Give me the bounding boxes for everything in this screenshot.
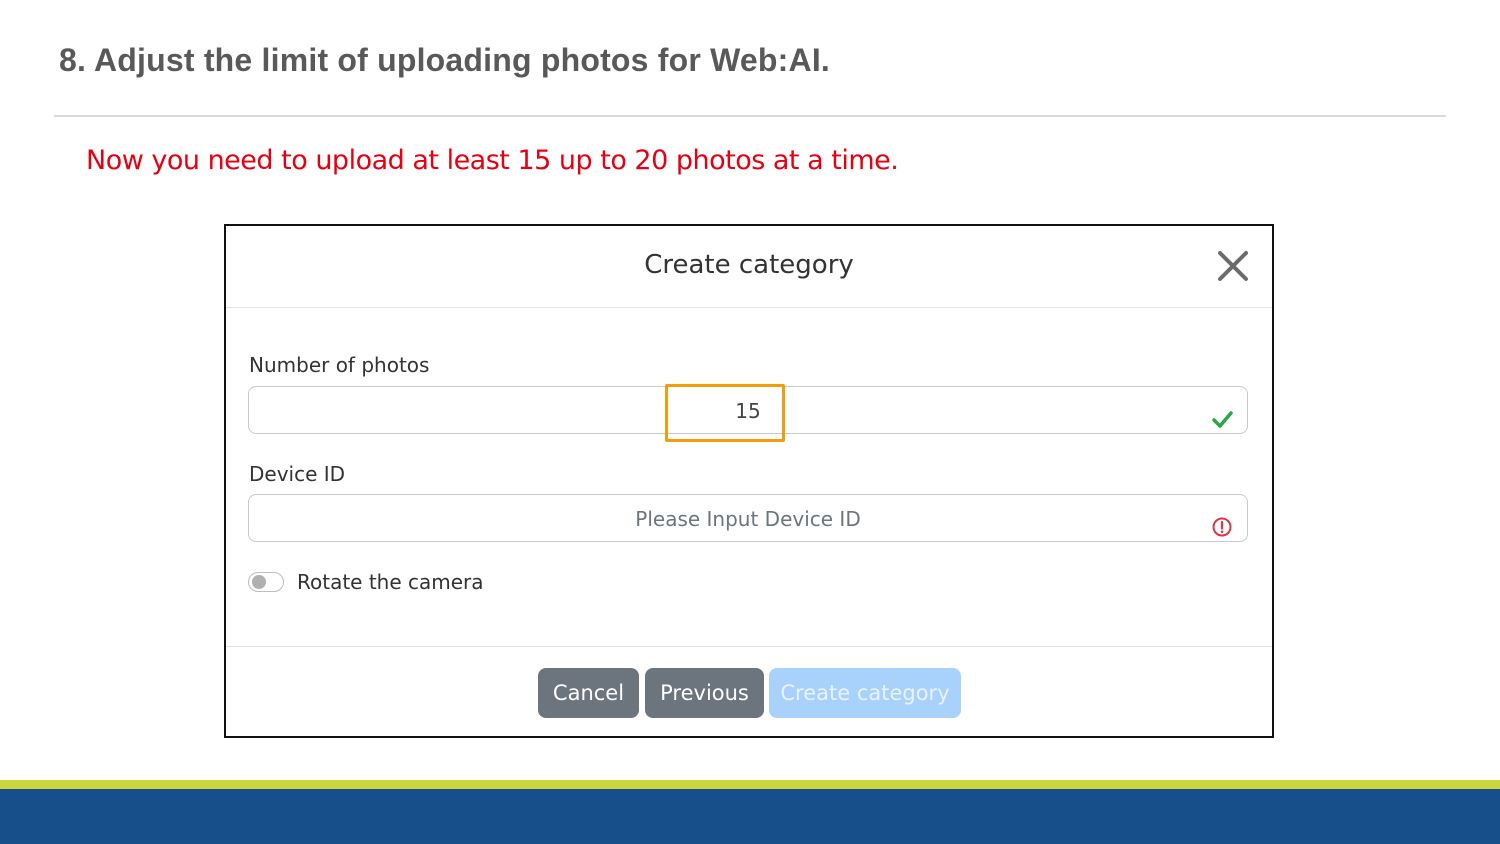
- footer-accent-band: [0, 780, 1500, 789]
- create-category-dialog: Create category Number of photos 15 Devi…: [224, 224, 1274, 738]
- instruction-text: Now you need to upload at least 15 up to…: [86, 145, 899, 176]
- footer-band: [0, 789, 1500, 844]
- error-circle-icon: [1211, 507, 1233, 537]
- rotate-camera-toggle[interactable]: [248, 572, 284, 592]
- toggle-knob: [252, 575, 266, 589]
- device-id-label: Device ID: [249, 462, 346, 486]
- title-divider: [54, 115, 1446, 117]
- dialog-footer-divider: [226, 646, 1272, 647]
- slide-title: 8. Adjust the limit of uploading photos …: [59, 42, 831, 78]
- device-id-input[interactable]: Please Input Device ID: [248, 494, 1248, 542]
- dialog-title: Create category: [644, 250, 854, 280]
- number-of-photos-label: Number of photos: [249, 353, 430, 377]
- device-id-placeholder: Please Input Device ID: [635, 507, 861, 531]
- close-icon[interactable]: [1216, 249, 1250, 283]
- value-highlight-box: [665, 384, 785, 442]
- cancel-button[interactable]: Cancel: [538, 668, 639, 718]
- dialog-header: Create category: [226, 226, 1272, 308]
- check-icon: [1211, 399, 1233, 428]
- create-category-button[interactable]: Create category: [769, 668, 961, 718]
- rotate-camera-label: Rotate the camera: [297, 570, 484, 594]
- previous-button[interactable]: Previous: [645, 668, 764, 718]
